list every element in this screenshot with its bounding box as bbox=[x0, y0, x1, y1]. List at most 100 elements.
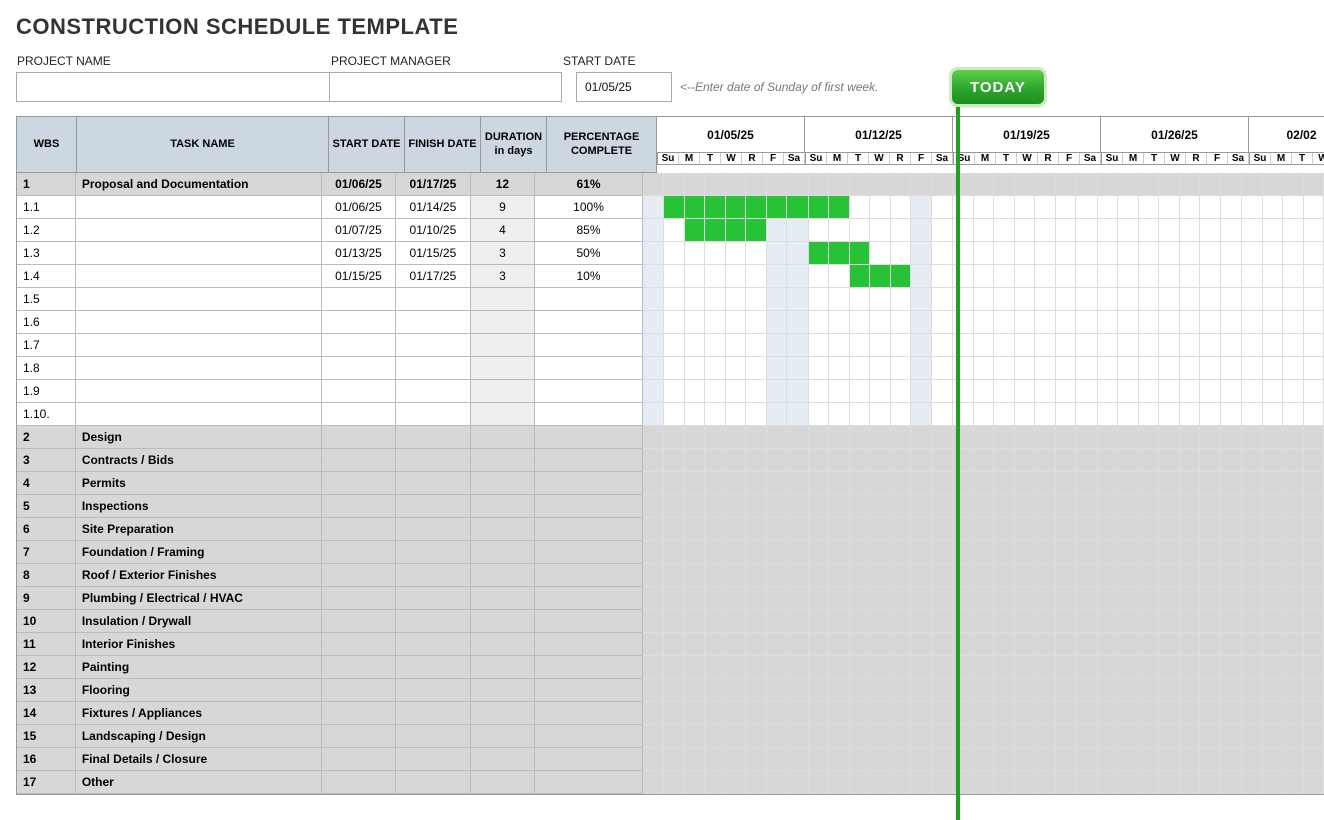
cell-task[interactable] bbox=[76, 334, 322, 357]
cell-finish[interactable]: 01/15/25 bbox=[396, 242, 470, 265]
cell-finish[interactable]: 01/14/25 bbox=[396, 196, 470, 219]
cell-duration[interactable] bbox=[471, 633, 536, 656]
cell-task[interactable]: Design bbox=[76, 426, 322, 449]
cell-pct[interactable] bbox=[535, 357, 643, 380]
cell-pct[interactable]: 85% bbox=[535, 219, 643, 242]
cell-duration[interactable] bbox=[471, 426, 536, 449]
table-row[interactable]: 4Permits bbox=[17, 472, 1324, 495]
cell-finish[interactable] bbox=[396, 449, 470, 472]
cell-wbs[interactable]: 1.10. bbox=[17, 403, 76, 426]
cell-start[interactable] bbox=[322, 610, 396, 633]
cell-task[interactable] bbox=[76, 265, 322, 288]
cell-duration[interactable] bbox=[471, 403, 536, 426]
cell-finish[interactable]: 01/10/25 bbox=[396, 219, 470, 242]
cell-wbs[interactable]: 1.9 bbox=[17, 380, 76, 403]
cell-wbs[interactable]: 6 bbox=[17, 518, 76, 541]
cell-task[interactable] bbox=[76, 196, 322, 219]
cell-pct[interactable] bbox=[535, 725, 643, 748]
cell-pct[interactable] bbox=[535, 403, 643, 426]
cell-pct[interactable]: 50% bbox=[535, 242, 643, 265]
cell-start[interactable] bbox=[322, 311, 396, 334]
cell-duration[interactable] bbox=[471, 564, 536, 587]
cell-wbs[interactable]: 5 bbox=[17, 495, 76, 518]
table-row[interactable]: 13Flooring bbox=[17, 679, 1324, 702]
project-name-input[interactable] bbox=[16, 72, 330, 102]
cell-duration[interactable] bbox=[471, 288, 536, 311]
cell-wbs[interactable]: 8 bbox=[17, 564, 76, 587]
table-row[interactable]: 1.6 bbox=[17, 311, 1324, 334]
start-date-input[interactable]: 01/05/25 bbox=[576, 72, 672, 102]
cell-duration[interactable] bbox=[471, 380, 536, 403]
cell-pct[interactable] bbox=[535, 288, 643, 311]
cell-task[interactable]: Inspections bbox=[76, 495, 322, 518]
cell-wbs[interactable]: 14 bbox=[17, 702, 76, 725]
cell-pct[interactable] bbox=[535, 380, 643, 403]
cell-pct[interactable] bbox=[535, 702, 643, 725]
cell-start[interactable] bbox=[322, 771, 396, 794]
cell-duration[interactable] bbox=[471, 311, 536, 334]
cell-duration[interactable]: 3 bbox=[471, 265, 536, 288]
cell-start[interactable] bbox=[322, 403, 396, 426]
cell-task[interactable]: Roof / Exterior Finishes bbox=[76, 564, 322, 587]
cell-finish[interactable] bbox=[396, 587, 470, 610]
cell-start[interactable] bbox=[322, 472, 396, 495]
cell-finish[interactable] bbox=[396, 403, 470, 426]
cell-task[interactable]: Insulation / Drywall bbox=[76, 610, 322, 633]
table-row[interactable]: 3Contracts / Bids bbox=[17, 449, 1324, 472]
table-row[interactable]: 14Fixtures / Appliances bbox=[17, 702, 1324, 725]
cell-start[interactable] bbox=[322, 725, 396, 748]
cell-pct[interactable] bbox=[535, 311, 643, 334]
cell-wbs[interactable]: 3 bbox=[17, 449, 76, 472]
table-row[interactable]: 1.101/06/2501/14/259100% bbox=[17, 196, 1324, 219]
cell-start[interactable] bbox=[322, 495, 396, 518]
cell-duration[interactable] bbox=[471, 771, 536, 794]
cell-task[interactable] bbox=[76, 288, 322, 311]
cell-start[interactable]: 01/06/25 bbox=[322, 173, 396, 196]
cell-start[interactable] bbox=[322, 702, 396, 725]
cell-wbs[interactable]: 13 bbox=[17, 679, 76, 702]
cell-duration[interactable]: 3 bbox=[471, 242, 536, 265]
cell-duration[interactable] bbox=[471, 587, 536, 610]
cell-task[interactable]: Contracts / Bids bbox=[76, 449, 322, 472]
cell-wbs[interactable]: 1.6 bbox=[17, 311, 76, 334]
cell-wbs[interactable]: 1 bbox=[17, 173, 76, 196]
cell-task[interactable] bbox=[76, 357, 322, 380]
cell-wbs[interactable]: 1.4 bbox=[17, 265, 76, 288]
cell-duration[interactable] bbox=[471, 679, 536, 702]
cell-start[interactable] bbox=[322, 380, 396, 403]
table-row[interactable]: 15Landscaping / Design bbox=[17, 725, 1324, 748]
cell-duration[interactable] bbox=[471, 449, 536, 472]
cell-start[interactable] bbox=[322, 679, 396, 702]
table-row[interactable]: 1.8 bbox=[17, 357, 1324, 380]
cell-finish[interactable] bbox=[396, 771, 470, 794]
table-row[interactable]: 1.5 bbox=[17, 288, 1324, 311]
cell-pct[interactable] bbox=[535, 449, 643, 472]
cell-start[interactable]: 01/15/25 bbox=[322, 265, 396, 288]
cell-finish[interactable] bbox=[396, 633, 470, 656]
cell-task[interactable] bbox=[76, 311, 322, 334]
cell-duration[interactable] bbox=[471, 472, 536, 495]
cell-duration[interactable] bbox=[471, 610, 536, 633]
cell-pct[interactable] bbox=[535, 748, 643, 771]
cell-start[interactable] bbox=[322, 564, 396, 587]
cell-task[interactable]: Site Preparation bbox=[76, 518, 322, 541]
cell-finish[interactable] bbox=[396, 564, 470, 587]
table-row[interactable]: 1Proposal and Documentation01/06/2501/17… bbox=[17, 173, 1324, 196]
cell-finish[interactable] bbox=[396, 426, 470, 449]
cell-start[interactable] bbox=[322, 288, 396, 311]
cell-wbs[interactable]: 1.8 bbox=[17, 357, 76, 380]
cell-wbs[interactable]: 11 bbox=[17, 633, 76, 656]
cell-pct[interactable] bbox=[535, 633, 643, 656]
cell-task[interactable] bbox=[76, 242, 322, 265]
cell-duration[interactable] bbox=[471, 656, 536, 679]
cell-task[interactable]: Fixtures / Appliances bbox=[76, 702, 322, 725]
cell-start[interactable] bbox=[322, 633, 396, 656]
table-row[interactable]: 8Roof / Exterior Finishes bbox=[17, 564, 1324, 587]
cell-pct[interactable] bbox=[535, 656, 643, 679]
cell-wbs[interactable]: 10 bbox=[17, 610, 76, 633]
cell-wbs[interactable]: 1.5 bbox=[17, 288, 76, 311]
cell-pct[interactable] bbox=[535, 771, 643, 794]
cell-wbs[interactable]: 1.3 bbox=[17, 242, 76, 265]
table-row[interactable]: 1.9 bbox=[17, 380, 1324, 403]
cell-wbs[interactable]: 15 bbox=[17, 725, 76, 748]
